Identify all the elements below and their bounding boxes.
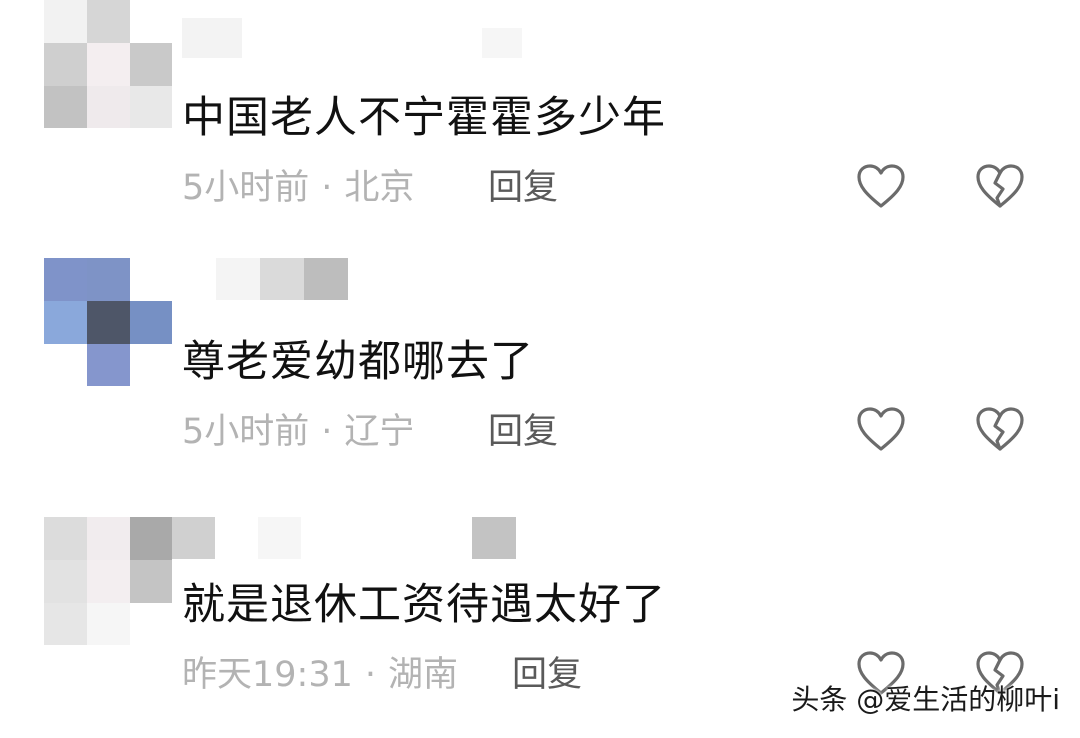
watermark: 头条 @爱生活的柳叶i	[791, 683, 1060, 716]
reply-button[interactable]: 回复	[488, 410, 558, 454]
comment-text: 中国老人不宁霍霍多少年	[182, 93, 666, 143]
broken-heart-icon	[976, 407, 1024, 451]
comment-text: 就是退休工资待遇太好了	[182, 580, 666, 630]
meta-separator: ·	[321, 412, 333, 452]
heart-outline-icon	[857, 164, 905, 208]
comment-time: 昨天19:31	[182, 655, 353, 695]
comment-text: 尊老爱幼都哪去了	[182, 337, 534, 387]
username-blurred[interactable]	[172, 517, 517, 559]
reply-button[interactable]: 回复	[488, 166, 558, 210]
meta-separator: ·	[364, 655, 377, 695]
heart-outline-icon	[857, 407, 905, 451]
comment-location: 北京	[344, 168, 415, 208]
comment-meta: 昨天19:31 · 湖南	[182, 653, 458, 697]
comment-time: 5小时前	[182, 412, 310, 452]
comment-item: 尊老爱幼都哪去了 5小时前 · 辽宁 回复	[0, 250, 1080, 500]
dislike-button[interactable]	[975, 407, 1025, 453]
avatar[interactable]	[44, 0, 172, 128]
avatar[interactable]	[44, 517, 172, 645]
broken-heart-icon	[976, 164, 1024, 208]
username-blurred[interactable]	[182, 18, 522, 60]
like-button[interactable]	[856, 407, 906, 453]
comment-location: 湖南	[388, 655, 459, 695]
username-blurred[interactable]	[182, 258, 352, 300]
comment-item: 中国老人不宁霍霍多少年 5小时前 · 北京 回复	[0, 0, 1080, 240]
like-button[interactable]	[856, 164, 906, 210]
comment-location: 辽宁	[344, 412, 415, 452]
meta-separator: ·	[321, 168, 333, 208]
comment-meta: 5小时前 · 北京	[182, 166, 414, 210]
comment-meta: 5小时前 · 辽宁	[182, 410, 414, 454]
dislike-button[interactable]	[975, 164, 1025, 210]
avatar[interactable]	[44, 258, 172, 386]
comment-time: 5小时前	[182, 168, 310, 208]
reply-button[interactable]: 回复	[512, 653, 582, 697]
